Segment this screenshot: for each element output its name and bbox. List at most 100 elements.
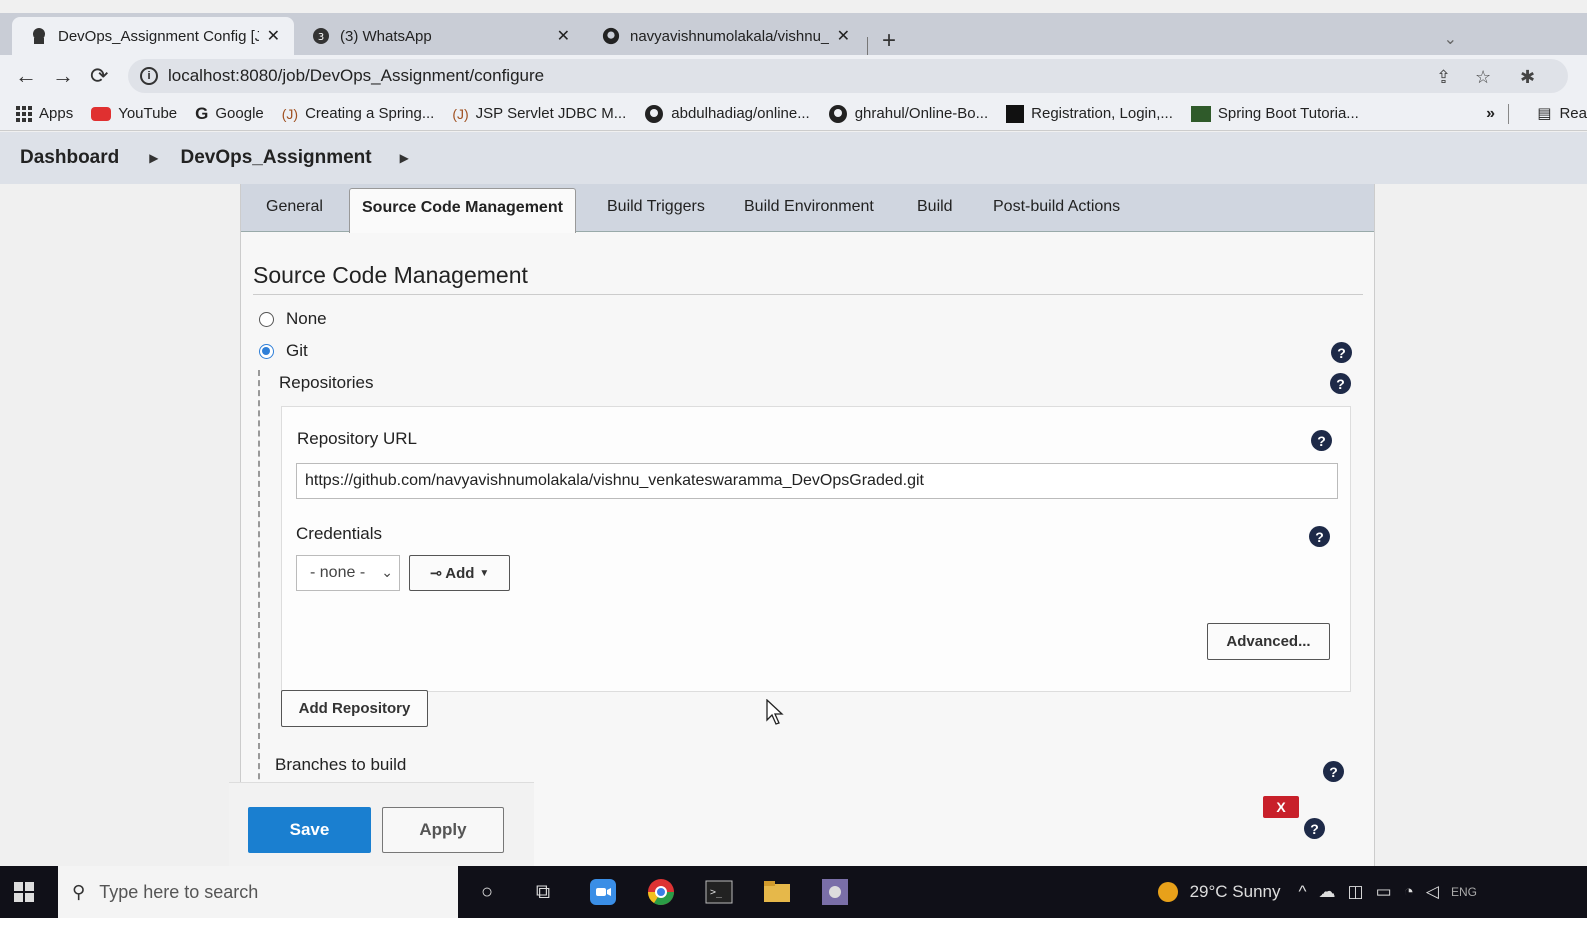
credentials-select[interactable]: - none - ⌄: [296, 555, 400, 591]
close-icon[interactable]: ✕: [557, 26, 570, 46]
browser-tab-jenkins[interactable]: DevOps_Assignment Config [Jenk ✕: [12, 17, 294, 55]
taskbar-search[interactable]: ⚲ Type here to search: [58, 866, 458, 918]
bookmark-spring-boot[interactable]: Spring Boot Tutoria...: [1190, 105, 1359, 122]
address-bar[interactable]: i localhost:8080/job/DevOps_Assignment/c…: [128, 59, 1568, 93]
cortana-circle-icon[interactable]: ○: [472, 877, 502, 907]
form-action-bar: Save Apply: [229, 782, 534, 874]
help-icon[interactable]: ?: [1331, 342, 1352, 363]
weather-text[interactable]: 29°C Sunny: [1190, 882, 1281, 902]
apply-button[interactable]: Apply: [382, 807, 504, 853]
forward-arrow-icon[interactable]: →: [52, 63, 74, 89]
radio-button[interactable]: [259, 311, 274, 327]
bookmark-jsp-servlet[interactable]: (J) JSP Servlet JDBC M...: [452, 105, 626, 122]
browser-toolbar: ← → ⟳ i localhost:8080/job/DevOps_Assign…: [0, 55, 1587, 97]
extensions-puzzle-icon[interactable]: ✱: [1520, 67, 1535, 88]
scm-git-radio[interactable]: Git: [259, 341, 308, 361]
bookmark-label: Google: [215, 105, 264, 122]
more-bookmarks-icon[interactable]: »: [1486, 105, 1495, 123]
share-icon[interactable]: ⇪: [1436, 67, 1451, 88]
tab-build[interactable]: Build: [917, 198, 953, 216]
tab-post-build-actions[interactable]: Post-build Actions: [993, 198, 1120, 216]
bookmark-ghrahul[interactable]: ghrahul/Online-Bo...: [828, 104, 988, 124]
tab-title: DevOps_Assignment Config [Jenk: [58, 27, 259, 45]
bookmark-label: JSP Servlet JDBC M...: [475, 105, 627, 122]
add-credentials-button[interactable]: ⊸ Add ▼: [409, 555, 510, 591]
bookmark-star-icon[interactable]: ☆: [1475, 67, 1491, 88]
chrome-icon[interactable]: [646, 877, 676, 907]
site-info-icon[interactable]: i: [140, 67, 158, 85]
bookmark-apps[interactable]: Apps: [16, 105, 73, 122]
bookmark-registration[interactable]: Registration, Login,...: [1006, 104, 1173, 123]
cloud-icon[interactable]: ☁: [1319, 882, 1336, 902]
svg-text:>_: >_: [710, 887, 723, 898]
breadcrumb-dashboard[interactable]: Dashboard: [20, 147, 119, 169]
repository-url-input[interactable]: [296, 463, 1338, 499]
tab-build-environment[interactable]: Build Environment: [744, 198, 874, 216]
bookmark-label: YouTube: [118, 105, 178, 122]
breadcrumb-job[interactable]: DevOps_Assignment: [180, 147, 371, 169]
bookmark-label: abdulhadiag/online...: [671, 105, 810, 122]
delete-branch-button[interactable]: X: [1263, 796, 1299, 818]
bookmark-separator: [1508, 104, 1509, 124]
windows-start-icon[interactable]: [0, 882, 48, 902]
black-square-icon: [1006, 104, 1025, 123]
language-indicator[interactable]: ENG: [1451, 885, 1477, 899]
terminal-icon[interactable]: >_: [704, 877, 734, 907]
breadcrumb-arrow-icon[interactable]: ▶: [149, 151, 158, 165]
file-explorer-icon[interactable]: [762, 877, 792, 907]
back-arrow-icon[interactable]: ←: [15, 63, 37, 89]
help-icon[interactable]: ?: [1304, 818, 1325, 839]
network-icon[interactable]: ◫: [1348, 882, 1364, 902]
reload-icon[interactable]: ⟳: [90, 63, 108, 89]
bookmark-youtube[interactable]: YouTube: [91, 105, 177, 122]
browser-tab-strip: DevOps_Assignment Config [Jenk ✕ 3 (3) W…: [0, 13, 1587, 59]
repository-url-label: Repository URL: [297, 429, 417, 448]
credentials-label: Credentials: [296, 524, 382, 543]
bookmark-google[interactable]: G Google: [195, 104, 264, 124]
tab-source-code-management[interactable]: Source Code Management: [349, 188, 576, 233]
close-icon[interactable]: ✕: [837, 26, 850, 46]
zoom-app-icon[interactable]: [588, 877, 618, 907]
github-icon: [828, 104, 848, 124]
tab-title: navyavishnumolakala/vishnu_ven: [630, 27, 829, 45]
branches-to-build-label: Branches to build: [275, 755, 407, 774]
add-label: Add: [445, 564, 475, 582]
help-icon[interactable]: ?: [1311, 430, 1332, 451]
breadcrumb-arrow-icon[interactable]: ▶: [400, 151, 409, 165]
browser-tab-whatsapp[interactable]: 3 (3) WhatsApp ✕: [294, 17, 584, 55]
help-icon[interactable]: ?: [1330, 373, 1351, 394]
credentials-selected-value: - none -: [310, 564, 366, 581]
radio-button[interactable]: [259, 343, 274, 359]
chevron-down-icon: ⌄: [381, 564, 393, 580]
github-icon: [644, 104, 664, 124]
bookmark-creating-spring[interactable]: (J) Creating a Spring...: [282, 105, 435, 122]
help-icon[interactable]: ?: [1309, 526, 1330, 547]
key-icon: ⊸: [429, 565, 443, 582]
battery-icon[interactable]: ▭: [1376, 882, 1392, 902]
save-button[interactable]: Save: [248, 807, 371, 853]
wifi-icon[interactable]: ◔: [1404, 882, 1414, 902]
javatpoint-icon: (J): [281, 105, 299, 122]
tab-search-chevron-icon[interactable]: ⌄: [1444, 29, 1457, 49]
add-repository-button[interactable]: Add Repository: [281, 690, 428, 727]
browser-tab-github[interactable]: navyavishnumolakala/vishnu_ven ✕: [584, 17, 864, 55]
section-divider: [253, 294, 1363, 295]
new-tab-icon[interactable]: +: [882, 27, 896, 55]
task-view-icon[interactable]: ⧉: [528, 877, 558, 907]
volume-icon[interactable]: ◁: [1426, 882, 1439, 902]
scm-none-radio[interactable]: None: [259, 309, 327, 329]
advanced-button[interactable]: Advanced...: [1207, 623, 1330, 660]
reading-list[interactable]: ▤ Rea: [1537, 104, 1587, 123]
bookmark-label: ghrahul/Online-Bo...: [854, 105, 989, 122]
bookmark-label: Apps: [39, 105, 74, 122]
close-icon[interactable]: ✕: [267, 26, 280, 46]
bookmark-abdulhadiag[interactable]: abdulhadiag/online...: [644, 104, 810, 124]
tab-general[interactable]: General: [266, 198, 323, 216]
reading-list-label: Rea: [1559, 104, 1587, 122]
chevron-up-icon[interactable]: ^: [1299, 882, 1307, 902]
tab-title: (3) WhatsApp: [340, 27, 432, 45]
tab-build-triggers[interactable]: Build Triggers: [607, 198, 705, 216]
screen-bottom-edge: [0, 918, 1587, 929]
help-icon[interactable]: ?: [1323, 761, 1344, 782]
app-settings-icon[interactable]: [820, 877, 850, 907]
